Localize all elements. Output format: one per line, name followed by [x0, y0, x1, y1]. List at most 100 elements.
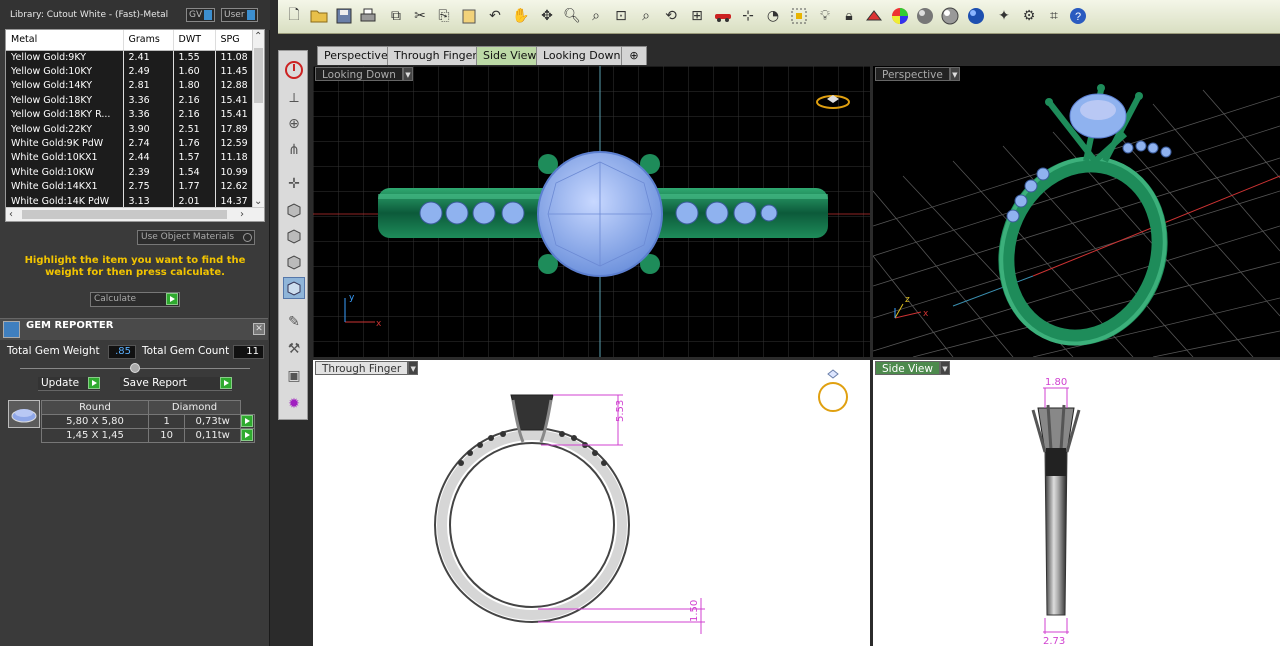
scroll-thumb[interactable] — [254, 48, 263, 103]
save-icon[interactable] — [334, 6, 354, 26]
metal-row[interactable]: Yellow Gold:14KY 2.81 1.80 12.88 — [6, 78, 257, 94]
paint-icon[interactable]: ✎ — [283, 311, 305, 333]
viewport-perspective[interactable]: z x Perspective ▼ — [873, 66, 1280, 357]
viewport-label-through-finger[interactable]: Through Finger ▼ — [315, 361, 419, 375]
axis-icon[interactable]: ⟂ — [283, 87, 305, 109]
viewport-label-looking-down[interactable]: Looking Down ▼ — [315, 67, 413, 81]
col-header-dwt[interactable]: DWT — [173, 30, 216, 51]
lock-icon[interactable]: 🔒︎ — [839, 6, 859, 26]
tab-perspective[interactable]: Perspective — [317, 46, 395, 65]
open-folder-icon[interactable] — [309, 6, 329, 26]
chevron-down-icon[interactable]: ▼ — [402, 67, 413, 81]
close-icon[interactable]: ✕ — [253, 323, 265, 335]
frame-icon[interactable]: ▣ — [283, 365, 305, 387]
viewport-side-view[interactable]: 1.80 2.73 Side View ▼ — [873, 360, 1280, 646]
materials-icon[interactable] — [864, 6, 884, 26]
update-play-icon[interactable] — [88, 377, 100, 389]
gv-toggle[interactable]: GV — [186, 8, 216, 22]
purple-gear-icon[interactable]: ✹ — [283, 393, 305, 415]
play-icon[interactable] — [241, 429, 253, 441]
gem-row-action[interactable] — [240, 428, 255, 443]
save-report-play-icon[interactable] — [220, 377, 232, 389]
metal-row[interactable]: Yellow Gold:22KY 3.90 2.51 17.89 — [6, 121, 257, 137]
snapshot-icon[interactable]: ◔ — [763, 6, 783, 26]
calculate-field[interactable]: Calculate — [90, 292, 180, 307]
col-header-grams[interactable]: Grams — [123, 30, 174, 51]
scroll-thumb-horizontal[interactable] — [22, 210, 227, 219]
tools-icon[interactable]: ⚒ — [283, 338, 305, 360]
scroll-left-icon[interactable]: ‹ — [9, 209, 13, 221]
col-header-metal[interactable]: Metal — [6, 30, 124, 51]
update-button[interactable]: Update — [38, 377, 100, 391]
tab-looking-down[interactable]: Looking Down — [536, 46, 628, 65]
tab-side-view[interactable]: Side View — [476, 46, 544, 65]
magic-wand-icon[interactable]: ✦ — [994, 6, 1014, 26]
metal-row[interactable]: White Gold:10KX1 2.44 1.57 11.18 — [6, 150, 257, 166]
cut-icon[interactable]: ✂ — [410, 6, 430, 26]
zoom-selected-icon[interactable]: ⌕ — [636, 6, 656, 26]
power-icon[interactable] — [283, 59, 305, 81]
undo-icon[interactable]: ↶ — [485, 6, 505, 26]
copy-page-icon[interactable]: ⧉ — [386, 6, 406, 26]
slider-handle[interactable] — [130, 363, 140, 373]
save-report-button[interactable]: Save Report — [120, 377, 232, 391]
rendered-sphere-icon[interactable] — [940, 6, 960, 26]
viewport-label-perspective[interactable]: Perspective ▼ — [875, 67, 960, 81]
gem-thumbnail[interactable] — [8, 400, 40, 428]
render-preview-icon[interactable]: ⊹ — [738, 6, 758, 26]
move-icon[interactable]: ✥ — [537, 6, 557, 26]
cube-front-icon[interactable] — [283, 225, 305, 247]
zoom-extents-icon[interactable]: ⊡ — [611, 6, 631, 26]
metal-row[interactable]: Yellow Gold:9KY 2.41 1.55 11.08 — [6, 50, 257, 65]
viewport-looking-down[interactable]: y x Looking Down ▼ — [313, 66, 870, 357]
nodes-icon[interactable]: ⋔ — [283, 139, 305, 161]
metal-table-horizontal-scrollbar[interactable]: ‹ › — [6, 207, 264, 221]
cube-top-icon[interactable] — [283, 199, 305, 221]
col-header-spg[interactable]: SPG — [215, 30, 257, 51]
zoom-icon[interactable]: 🔍︎ — [562, 6, 582, 26]
new-file-icon[interactable]: 🗋 — [284, 6, 304, 26]
metal-row[interactable]: White Gold:14KX1 2.75 1.77 12.62 — [6, 179, 257, 194]
use-object-materials-toggle[interactable]: Use Object Materials — [137, 230, 255, 245]
axes-icon[interactable]: ✛ — [283, 173, 305, 195]
help-icon[interactable]: ? — [1068, 6, 1088, 26]
print-icon[interactable] — [358, 6, 378, 26]
color-wheel-icon[interactable] — [890, 6, 910, 26]
paste-icon[interactable] — [459, 6, 479, 26]
metal-row[interactable]: White Gold:9K PdW 2.74 1.76 12.59 — [6, 136, 257, 151]
metal-row[interactable]: Yellow Gold:18KY 3.36 2.16 15.41 — [6, 93, 257, 108]
metal-table-vertical-scrollbar[interactable]: ⌃ ⌄ — [252, 30, 264, 208]
viewport-label-side-view[interactable]: Side View ▼ — [875, 361, 950, 375]
metal-row[interactable]: White Gold:10KW 2.39 1.54 10.99 — [6, 165, 257, 180]
gem-row[interactable]: 5,80 X 5,80 1 0,73tw — [41, 414, 255, 429]
gem-row-action[interactable] — [240, 414, 255, 429]
globe-icon[interactable]: ⊕ — [283, 113, 305, 135]
add-tab-icon[interactable]: ⊕ — [621, 46, 647, 65]
shaded-sphere-icon[interactable] — [915, 6, 935, 26]
play-icon[interactable] — [241, 415, 253, 427]
metal-row[interactable]: Yellow Gold:18KY R... 3.36 2.16 15.41 — [6, 107, 257, 122]
chevron-down-icon[interactable]: ▼ — [939, 361, 950, 375]
chevron-down-icon[interactable]: ▼ — [949, 67, 960, 81]
cube-side-icon[interactable] — [283, 251, 305, 273]
chevron-down-icon[interactable]: ▼ — [408, 361, 419, 375]
cube-perspective-icon[interactable] — [283, 277, 305, 299]
four-viewports-icon[interactable]: ⊞ — [687, 6, 707, 26]
scroll-up-icon[interactable]: ⌃ — [254, 31, 262, 43]
tab-through-finger[interactable]: Through Finger — [387, 46, 484, 65]
blue-sphere-icon[interactable] — [966, 6, 986, 26]
gem-row[interactable]: 1,45 X 1,45 10 0,11tw — [41, 428, 255, 443]
metal-row[interactable]: Yellow Gold:10KY 2.49 1.60 11.45 — [6, 64, 257, 79]
grid-snap-icon[interactable]: ⌗ — [1044, 6, 1064, 26]
user-toggle[interactable]: User — [221, 8, 258, 22]
scroll-right-icon[interactable]: › — [240, 209, 244, 221]
calculate-play-icon[interactable] — [166, 293, 178, 305]
select-points-icon[interactable] — [789, 6, 809, 26]
copy-icon[interactable]: ⎘ — [434, 6, 454, 26]
rotate-view-icon[interactable]: ⟲ — [661, 6, 681, 26]
light-bulb-icon[interactable]: 💡︎ — [815, 6, 835, 26]
radio-icon[interactable] — [243, 233, 252, 242]
zoom-window-icon[interactable]: ⌕ — [586, 6, 606, 26]
gear-icon[interactable]: ⚙ — [1019, 6, 1039, 26]
viewport-through-finger[interactable]: 5.53 1.50 Through Finger ▼ — [313, 360, 870, 646]
